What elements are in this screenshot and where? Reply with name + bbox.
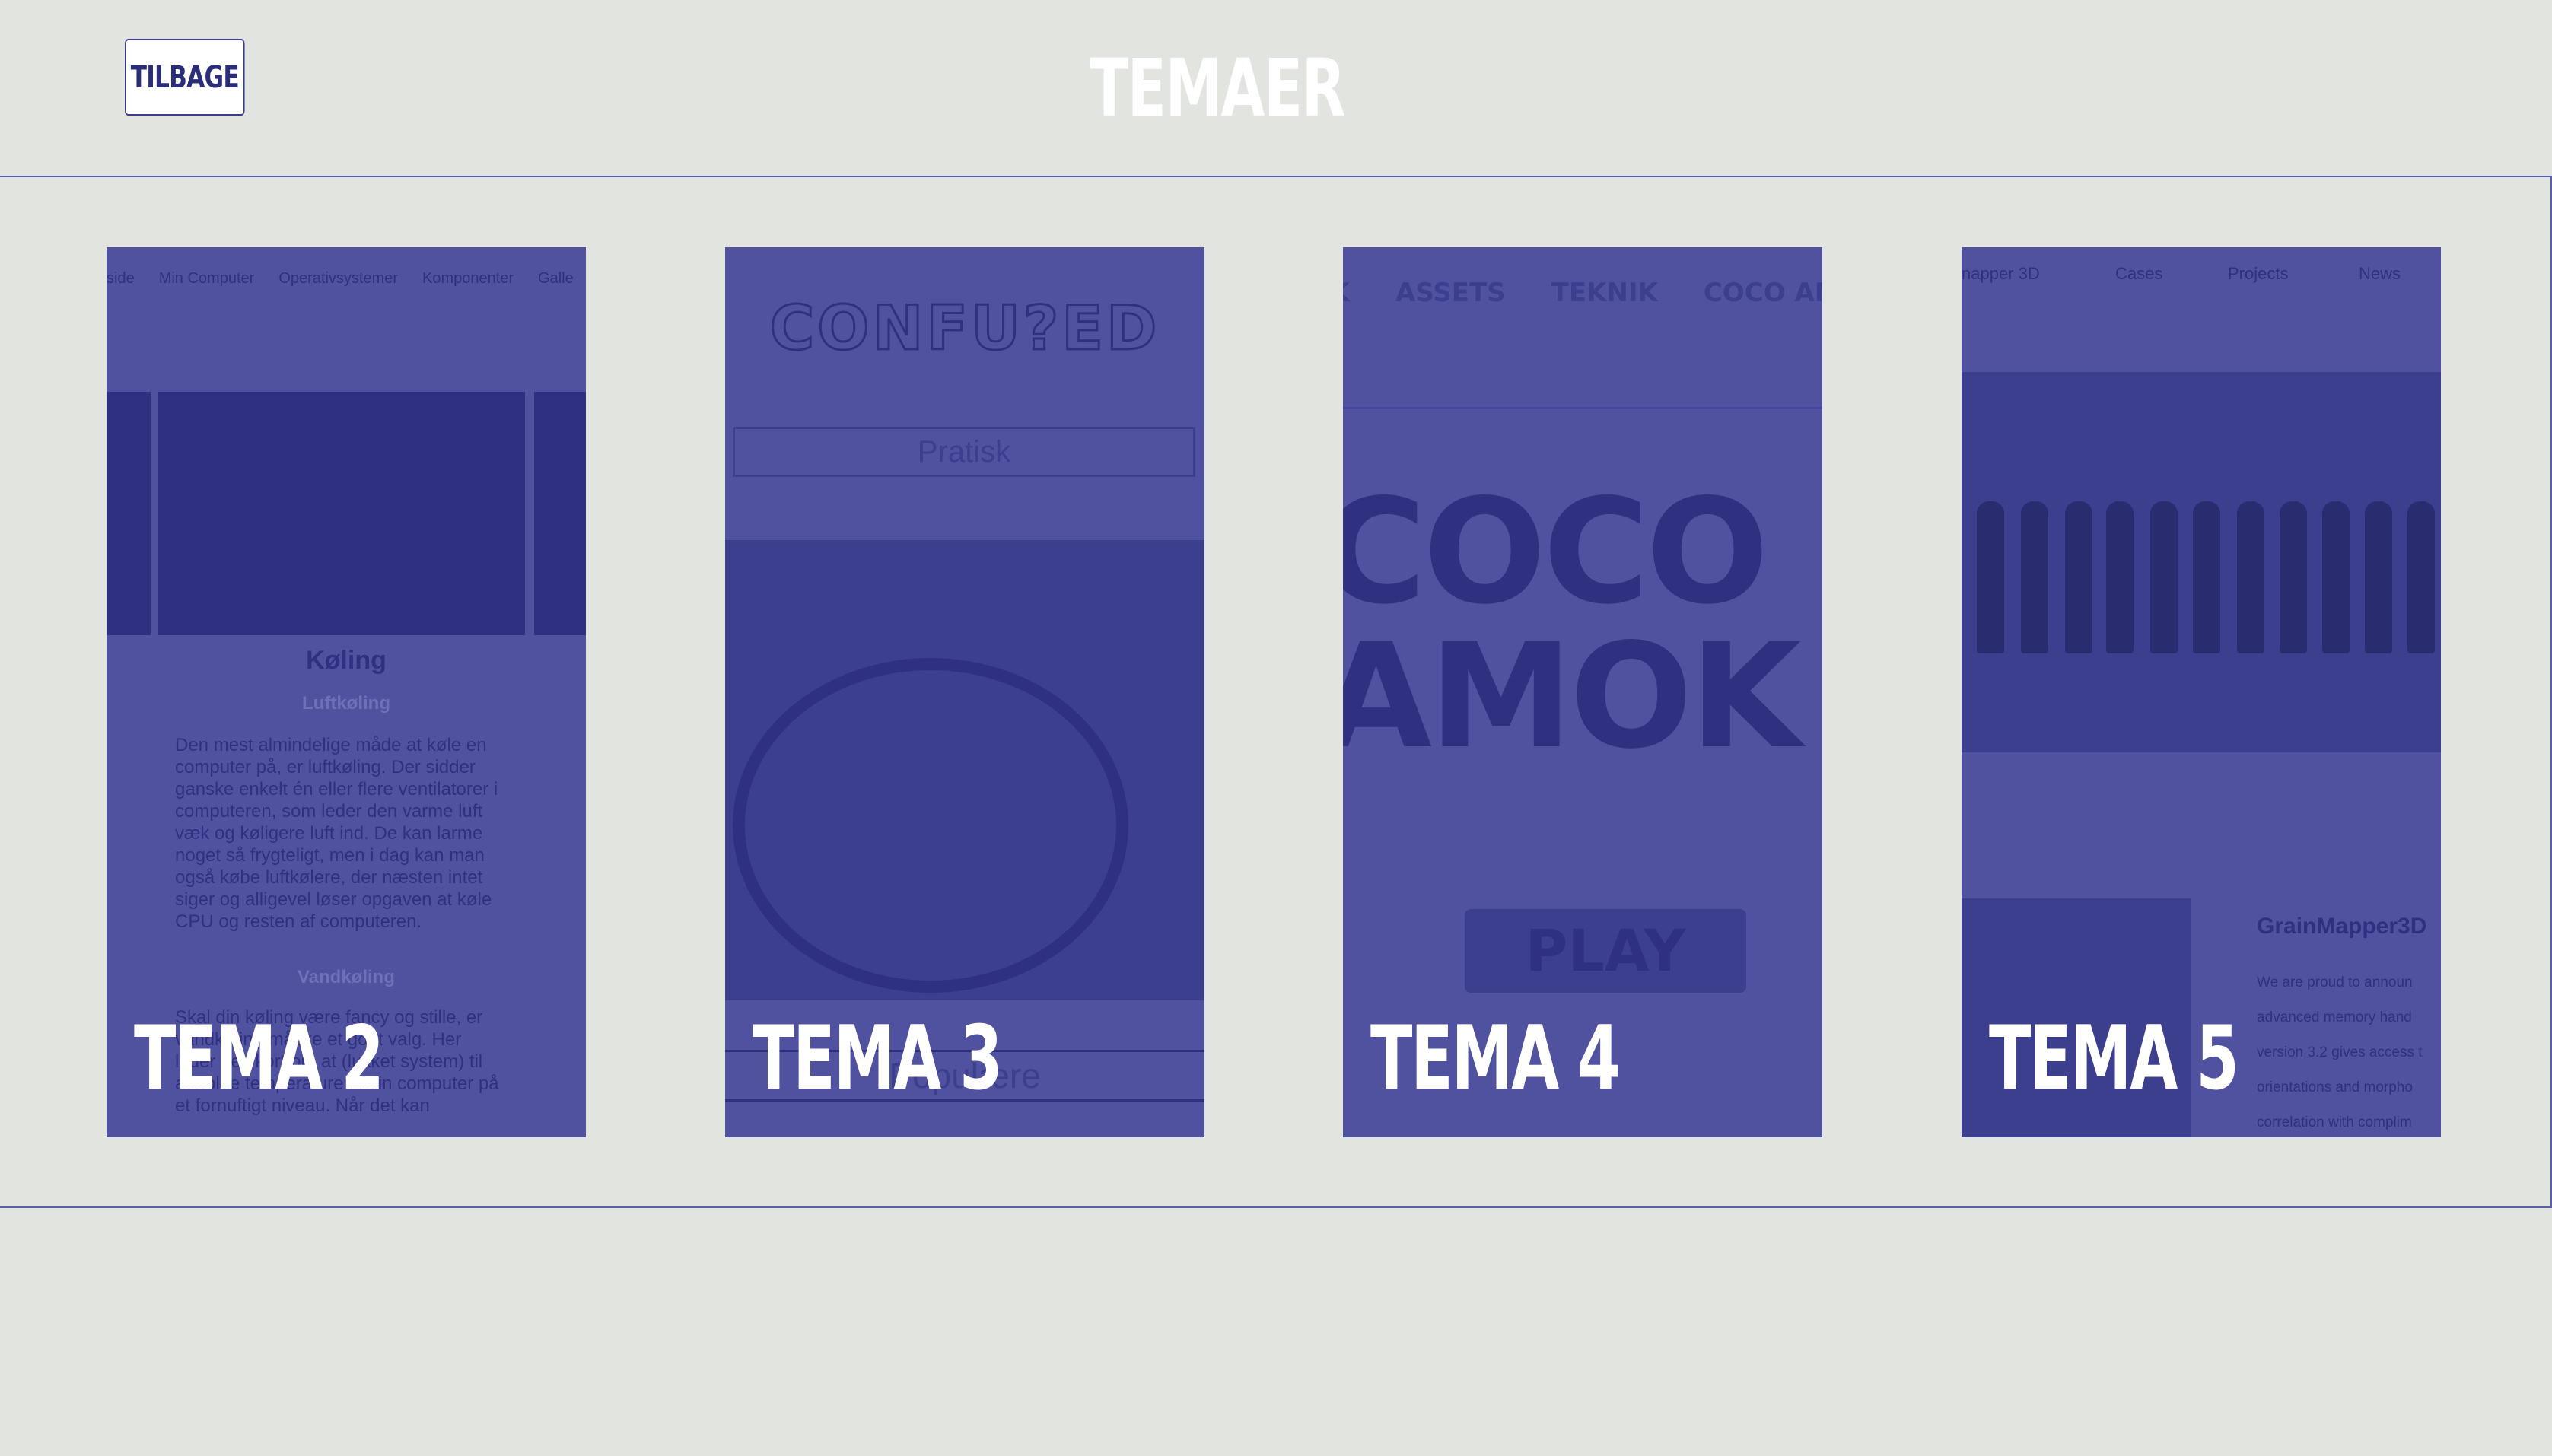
preview-text-line: version 3.2 gives access t [2257,1044,2423,1060]
preview-team-photo [1962,372,2441,752]
theme-label: TEMA 2 [134,1007,384,1110]
preview-heading: GrainMapper3D [2257,914,2427,939]
theme-gallery: side Min Computer Operativsystemer Komponen… [0,176,2552,1208]
header-bar: TILBAGE TEMAER [0,0,2552,176]
preview-image [158,392,525,635]
theme-card-2[interactable]: side Min Computer Operativsystemer Komponen… [107,247,586,1137]
preview-image [107,392,151,635]
preview-nav: side Min Computer Operativsystemer Komponen… [107,270,574,287]
page-title: TEMAER [1090,42,1346,135]
preview-text-line: We are proud to announ [2257,974,2413,990]
theme-label: TEMA 3 [753,1007,1003,1110]
preview-image-strip [107,392,586,635]
preview-button: Pratisk [733,427,1195,477]
preview-text-line: correlation with complim [2257,1114,2412,1130]
preview-heading: Køling [306,646,387,675]
preview-subheading: Luftkøling [302,693,390,714]
preview-logo-text: AMOK [1343,612,1802,780]
preview-logo-text: COCO [1343,468,1769,636]
theme-card-3[interactable]: CONFU?ED Pratisk Populære TEMA 3 [725,247,1204,1137]
plate-shape [733,658,1128,993]
preview-nav: IKASSETSTEKNIKCOCO AMOK [1343,278,1822,308]
preview-image [534,392,586,635]
preview-text-line: orientations and morpho [2257,1079,2413,1095]
theme-card-5[interactable]: napper 3D Cases Projects News GrainMappe… [1962,247,2441,1137]
divider [1343,407,1822,409]
preview-text-line: advanced memory hand [2257,1009,2412,1025]
preview-logo: CONFU?ED [768,292,1160,365]
preview-subheading: Vandkøling [297,967,395,987]
preview-paragraph: Den mest almindelige måde at køle en com… [175,735,498,932]
theme-label: TEMA 4 [1370,1007,1621,1110]
preview-play-button: PLAY [1465,909,1746,993]
theme-card-4[interactable]: IKASSETSTEKNIKCOCO AMOK COCO AMOK PLAY T… [1343,247,1822,1137]
theme-label: TEMA 5 [1989,1007,2239,1110]
